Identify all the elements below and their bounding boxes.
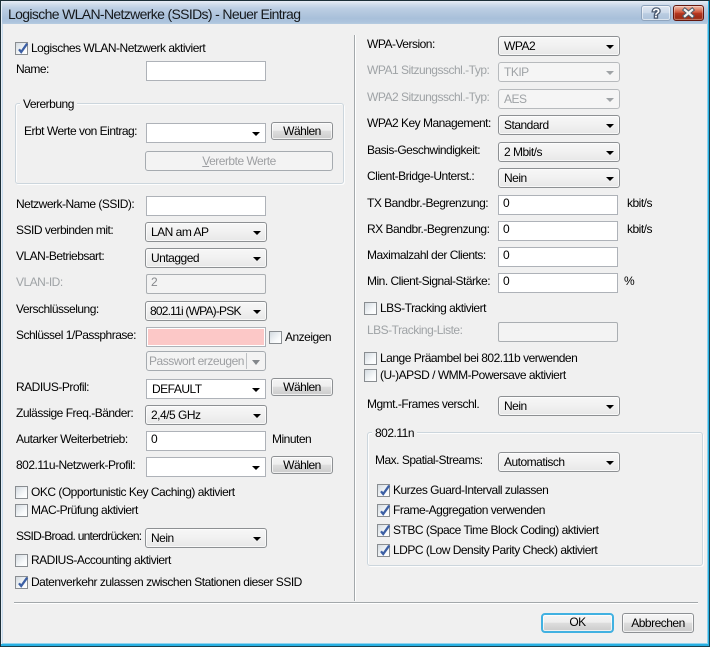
svg-text:?: ? xyxy=(652,6,660,20)
